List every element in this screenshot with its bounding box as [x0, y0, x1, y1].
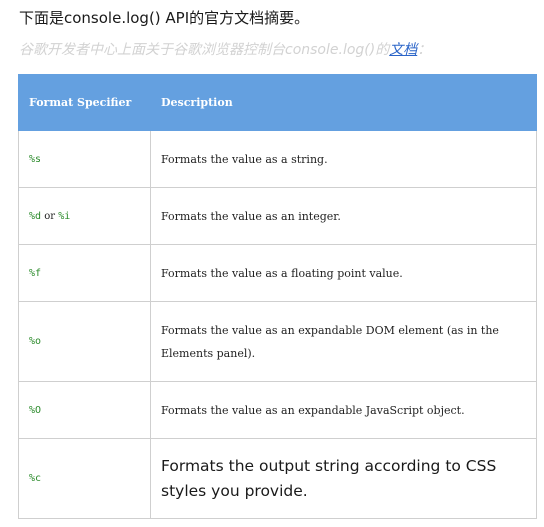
intro-text: 下面是console.log() API的官方文档摘要。 — [19, 9, 310, 27]
table-row: %O Formats the value as an expandable Ja… — [18, 381, 537, 439]
description: Formats the value as a string. — [150, 130, 537, 188]
header-format-specifier: Format Specifier — [18, 74, 151, 131]
table-row: %f Formats the value as a floating point… — [18, 244, 537, 302]
specifier-i: %i — [58, 210, 71, 222]
table-row: %o Formats the value as an expandable DO… — [18, 301, 537, 382]
description: Formats the output string according to C… — [150, 438, 537, 519]
header-description: Description — [150, 74, 537, 131]
format-specifier: %o — [18, 301, 151, 382]
table-row: %c Formats the output string according t… — [18, 438, 537, 519]
description: Formats the value as a floating point va… — [150, 244, 537, 302]
description: Formats the value as an expandable JavaS… — [150, 381, 537, 439]
docs-link[interactable]: 文档 — [389, 42, 417, 58]
format-specifier: %s — [18, 130, 151, 188]
source-prefix: 谷歌开发者中心上面关于谷歌浏览器控制台console.log()的 — [19, 42, 390, 58]
specifier-d: %d — [29, 210, 42, 222]
source-note: 谷歌开发者中心上面关于谷歌浏览器控制台console.log()的文档： — [19, 40, 431, 60]
source-suffix: ： — [417, 42, 432, 58]
format-specifier: %c — [18, 438, 151, 519]
table-row: %d or %i Formats the value as an integer… — [18, 187, 537, 245]
table-row: %s Formats the value as a string. — [18, 130, 537, 188]
format-specifier-table: Format Specifier Description %s Formats … — [18, 74, 537, 519]
specifier-joiner: or — [41, 210, 59, 222]
format-specifier: %d or %i — [18, 187, 151, 245]
format-specifier: %f — [18, 244, 151, 302]
table-header-row: Format Specifier Description — [18, 74, 537, 131]
format-specifier: %O — [18, 381, 151, 439]
description: Formats the value as an expandable DOM e… — [150, 301, 537, 382]
description: Formats the value as an integer. — [150, 187, 537, 245]
